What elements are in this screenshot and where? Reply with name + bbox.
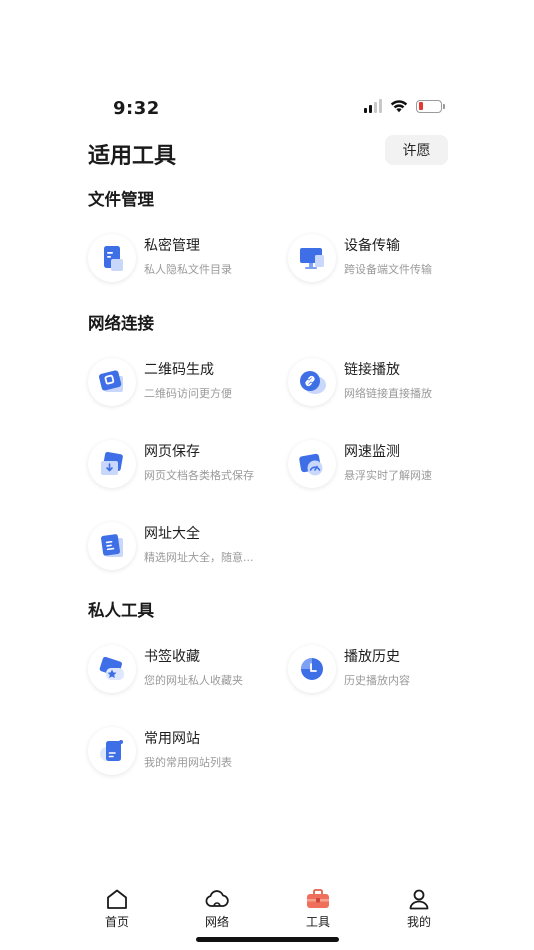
section-title-private-tools: 私人工具	[88, 601, 154, 620]
tool-item-play-history[interactable]: 播放历史 历史播放内容	[288, 645, 478, 697]
tool-name: 常用网站	[144, 731, 200, 747]
webpage-save-icon	[88, 440, 136, 488]
speed-monitor-icon	[288, 440, 336, 488]
tool-desc: 您的网址私人收藏夹	[144, 674, 243, 687]
status-time: 9:32	[113, 98, 160, 119]
battery-icon	[416, 99, 445, 113]
bookmark-icon	[88, 645, 136, 693]
play-history-icon	[288, 645, 336, 693]
tool-desc: 网络链接直接播放	[344, 387, 432, 400]
home-icon	[107, 889, 127, 909]
page-title: 适用工具	[88, 144, 177, 169]
tool-desc: 我的常用网站列表	[144, 756, 232, 769]
cloud-icon	[205, 890, 229, 907]
tool-item-bookmark[interactable]: 书签收藏 您的网址私人收藏夹	[88, 645, 278, 697]
tab-mine[interactable]: 我的	[389, 888, 449, 930]
private-file-icon	[88, 234, 136, 282]
user-icon	[409, 889, 429, 910]
tool-item-url-directory[interactable]: 网址大全 精选网址大全，随意...	[88, 522, 278, 574]
qrcode-icon	[88, 358, 136, 406]
status-bar: 9:32	[0, 0, 534, 130]
tab-home[interactable]: 首页	[87, 888, 147, 930]
url-directory-icon	[88, 522, 136, 570]
home-indicator	[196, 937, 339, 942]
tab-label: 网络	[204, 915, 229, 929]
section-title-network: 网络连接	[88, 314, 154, 333]
tool-desc: 跨设备端文件传输	[344, 263, 432, 276]
tool-item-private-management[interactable]: 私密管理 私人隐私文件目录	[88, 234, 278, 286]
tool-desc: 网页文档各类格式保存	[144, 469, 254, 482]
tab-label: 首页	[104, 915, 129, 929]
tool-name: 播放历史	[344, 649, 400, 665]
tool-name: 私密管理	[144, 238, 200, 254]
tab-tools[interactable]: 工具	[288, 888, 348, 930]
tool-item-speed-monitor[interactable]: 网速监测 悬浮实时了解网速	[288, 440, 478, 492]
tab-network[interactable]: 网络	[187, 888, 247, 930]
tool-desc: 精选网址大全，随意...	[144, 551, 254, 564]
tool-name: 链接播放	[344, 362, 400, 378]
tool-name: 网址大全	[144, 526, 200, 542]
tool-item-common-sites[interactable]: 常用网站 我的常用网站列表	[88, 727, 278, 779]
tool-desc: 悬浮实时了解网速	[344, 469, 432, 482]
wifi-icon	[390, 100, 408, 113]
tool-name: 网速监测	[344, 444, 400, 460]
tool-item-device-transfer[interactable]: 设备传输 跨设备端文件传输	[288, 234, 478, 286]
section-title-file-management: 文件管理	[88, 190, 154, 209]
tool-desc: 二维码访问更方便	[144, 387, 232, 400]
tab-label: 工具	[305, 915, 330, 929]
link-play-icon	[288, 358, 336, 406]
status-icons	[364, 99, 445, 113]
device-transfer-icon	[288, 234, 336, 282]
tool-desc: 私人隐私文件目录	[144, 263, 232, 276]
tab-label: 我的	[406, 915, 431, 929]
cellular-signal-icon	[364, 99, 382, 113]
toolbox-icon	[307, 889, 329, 908]
tool-desc: 历史播放内容	[344, 674, 410, 687]
tool-item-link-play[interactable]: 链接播放 网络链接直接播放	[288, 358, 478, 410]
tool-item-webpage-save[interactable]: 网页保存 网页文档各类格式保存	[88, 440, 278, 492]
wish-button[interactable]: 许愿	[385, 135, 448, 165]
tool-name: 设备传输	[344, 238, 400, 254]
tool-item-qrcode[interactable]: 二维码生成 二维码访问更方便	[88, 358, 278, 410]
tool-name: 网页保存	[144, 444, 200, 460]
tool-name: 书签收藏	[144, 649, 200, 665]
tool-name: 二维码生成	[144, 362, 214, 378]
common-sites-icon	[88, 727, 136, 775]
